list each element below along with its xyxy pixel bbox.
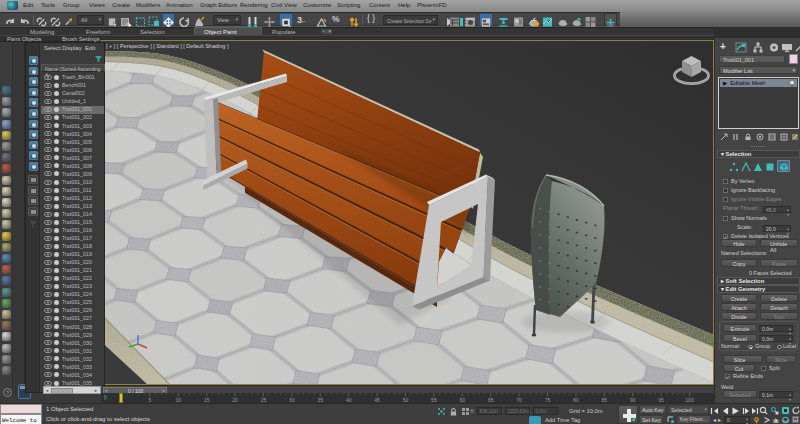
svg-text:15: 15 xyxy=(204,397,210,403)
svg-text:20: 20 xyxy=(232,397,238,403)
svg-text:85: 85 xyxy=(602,397,608,403)
svg-text:35: 35 xyxy=(318,397,324,403)
svg-text:75: 75 xyxy=(545,397,551,403)
svg-text:25: 25 xyxy=(261,397,267,403)
svg-text:30: 30 xyxy=(289,397,295,403)
svg-text:60: 60 xyxy=(460,397,466,403)
svg-text:5: 5 xyxy=(149,397,152,403)
svg-text:70: 70 xyxy=(516,397,522,403)
svg-text:50: 50 xyxy=(403,397,409,403)
svg-text:65: 65 xyxy=(488,397,494,403)
svg-text:90: 90 xyxy=(630,397,636,403)
svg-text:10: 10 xyxy=(176,397,182,403)
svg-text:45: 45 xyxy=(374,397,380,403)
svg-text:100: 100 xyxy=(685,397,694,403)
svg-text:40: 40 xyxy=(346,397,352,403)
svg-text:55: 55 xyxy=(431,397,437,403)
svg-text:80: 80 xyxy=(573,397,579,403)
svg-text:95: 95 xyxy=(658,397,664,403)
